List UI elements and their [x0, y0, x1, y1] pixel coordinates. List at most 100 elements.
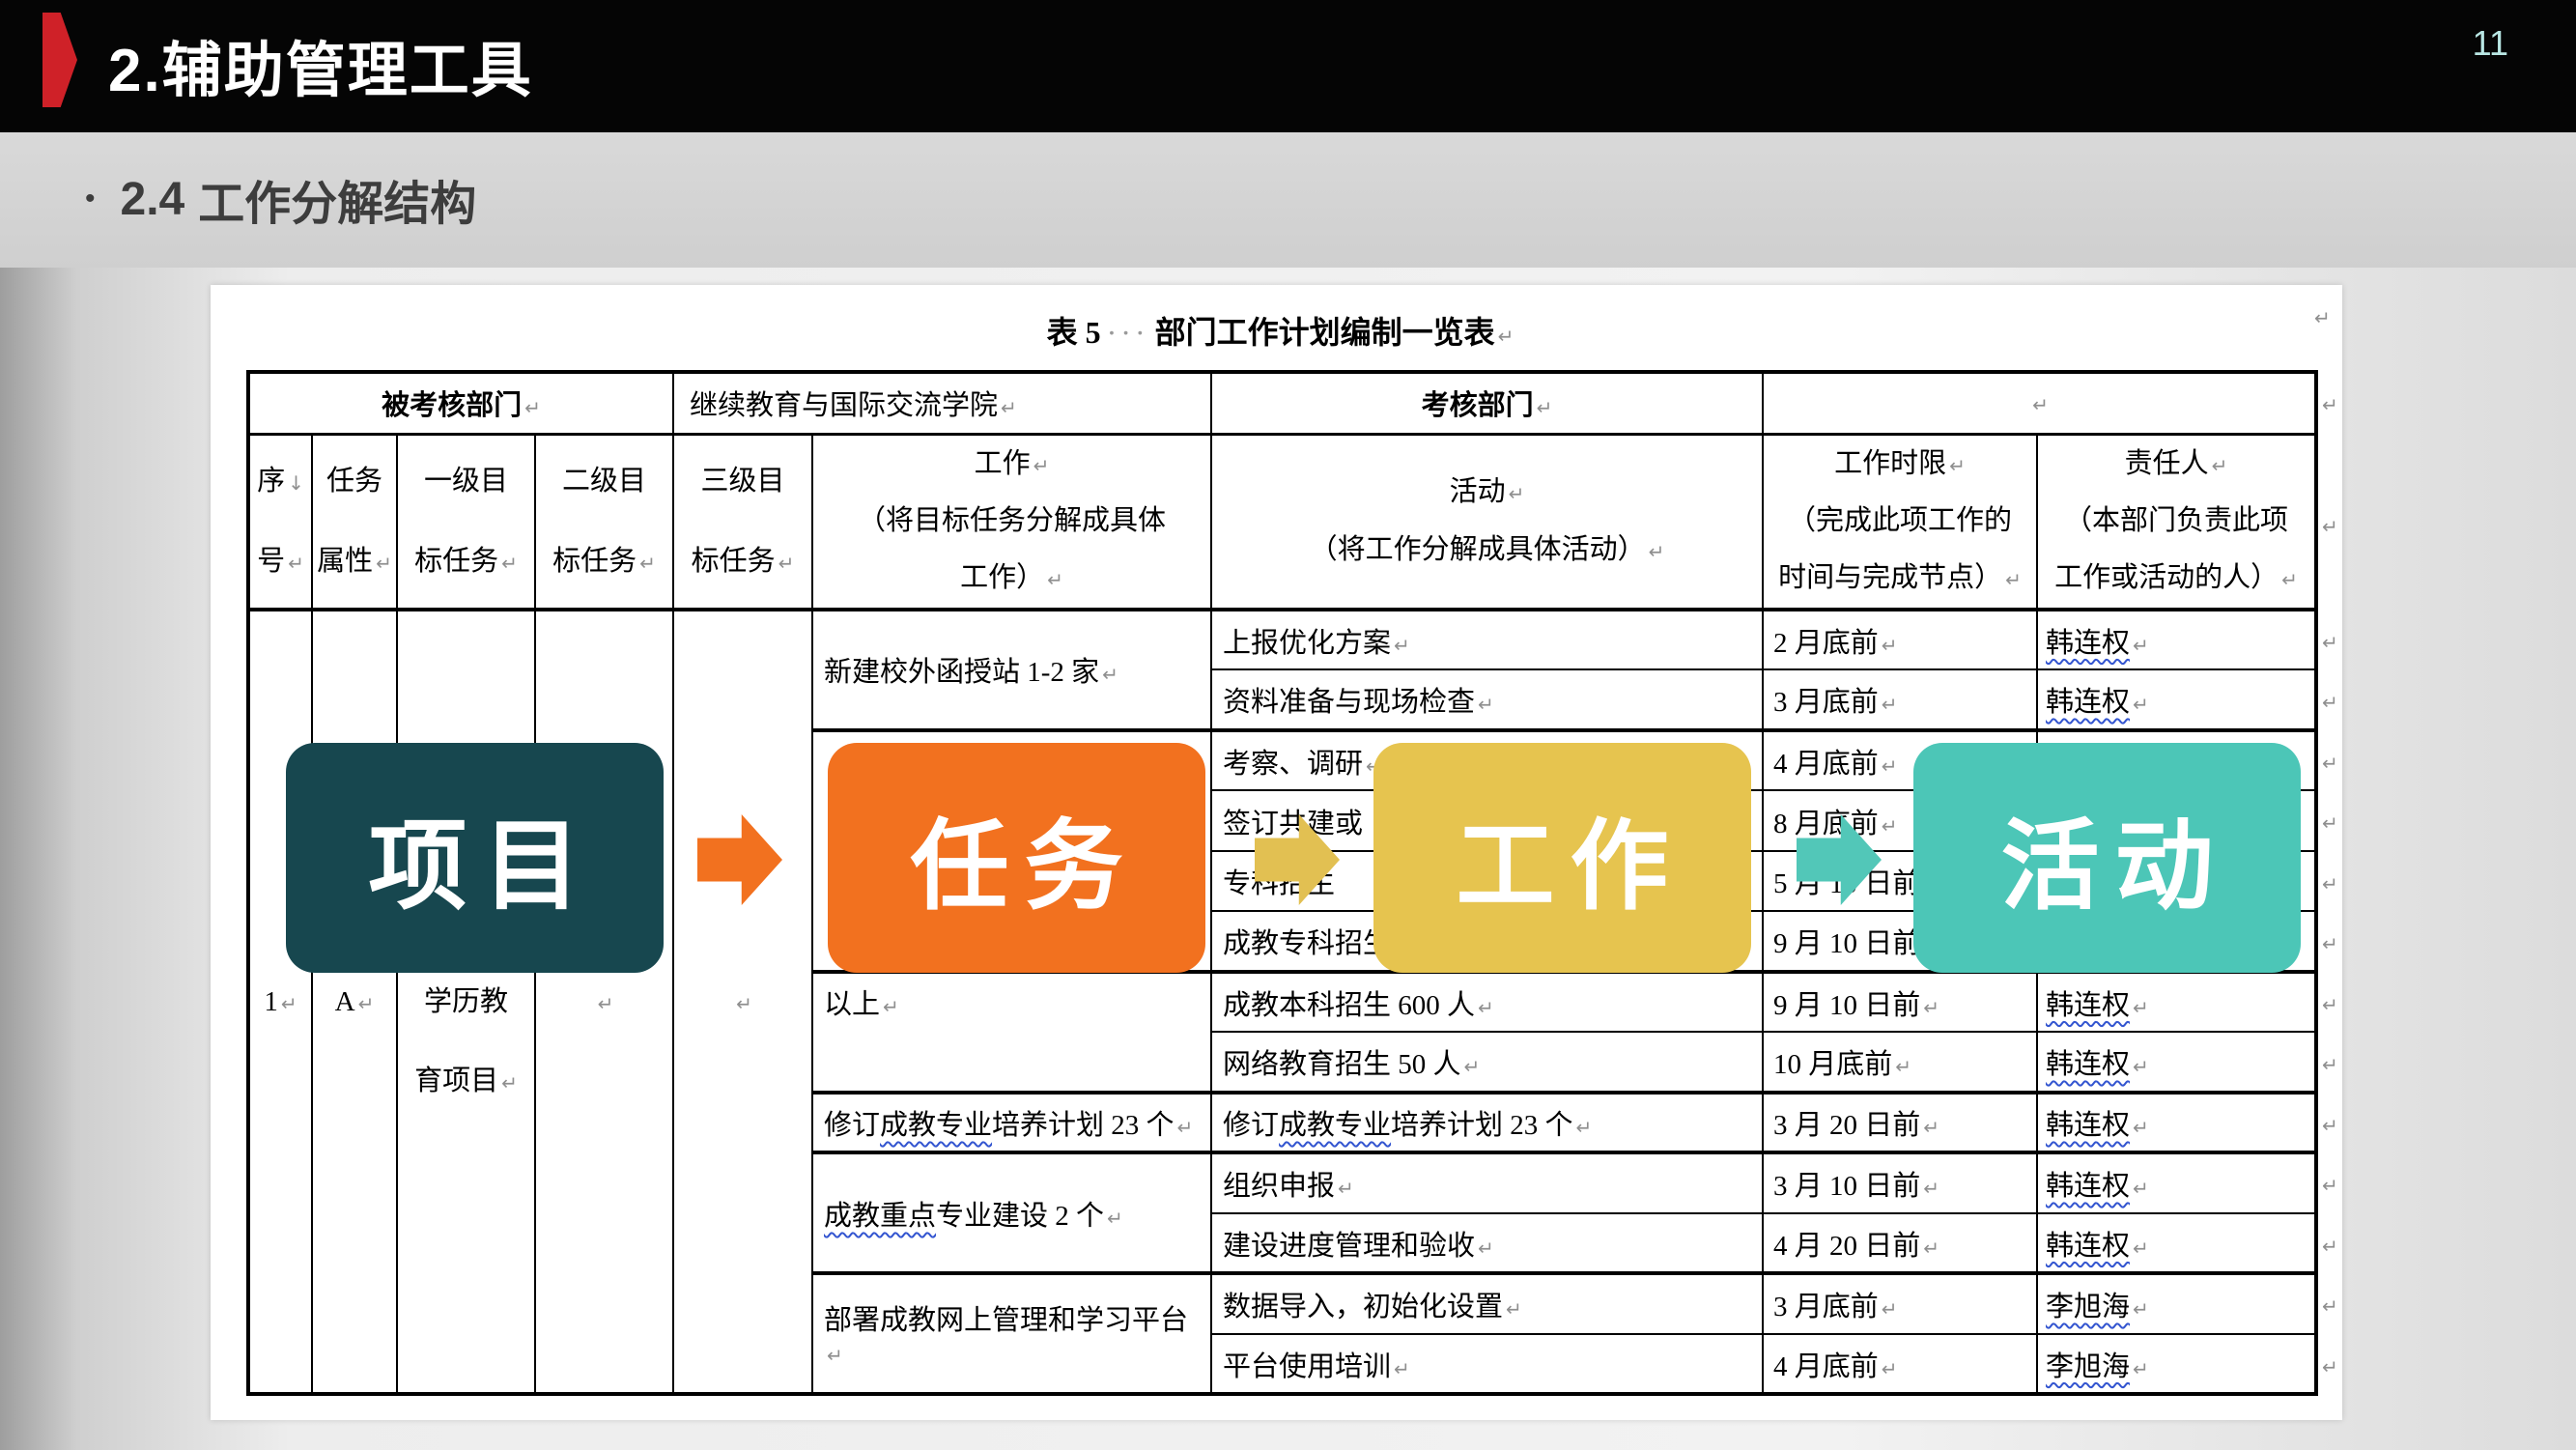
col-header-seq: 序↓号↵ — [248, 434, 312, 610]
paragraph-mark: ↵ — [1478, 693, 1494, 716]
work-cell: 修订成教专业培养计划 23 个↵ — [812, 1093, 1211, 1153]
owner-cell: 韩连权↵ — [2037, 669, 2316, 730]
paragraph-mark: ↵ — [778, 552, 795, 575]
activity-cell: 修订成教专业培养计划 23 个↵ — [1211, 1093, 1763, 1153]
activity-text: 平台使用培训 — [1223, 1351, 1391, 1382]
owner-name: 李旭海 — [2046, 1351, 2130, 1382]
work-text: 修订 — [824, 1110, 880, 1141]
attr-cell: A↵ — [312, 610, 397, 1395]
activity-cell: 资料准备与现场检查↵ — [1211, 669, 1763, 730]
activity-text-wavy: 成教专业 — [1279, 1110, 1391, 1141]
activity-text: 成教本科招生 600 人 — [1223, 990, 1475, 1021]
paragraph-mark: ↵ — [2133, 693, 2149, 716]
page-number: 11 — [2473, 23, 2508, 64]
paragraph-mark: ↵ — [1882, 814, 1898, 838]
work-cell: 新建校外函授站 1-2 家↵ — [812, 610, 1211, 730]
line-break-mark: ↓ — [288, 471, 304, 495]
attr-value: A — [335, 986, 355, 1017]
activity-cell: 平台使用培训↵ — [1211, 1334, 1763, 1395]
level1-task-cell: 全日制学历教育项目↵ — [397, 610, 535, 1395]
activity-cell: 成教本科招生 600 人↵ — [1211, 972, 1763, 1033]
owner-cell: 李旭海↵ — [2037, 1273, 2316, 1334]
activity-text: 考察、调研 — [1223, 749, 1363, 780]
deadline-text: 4 月底前 — [1773, 749, 1879, 780]
hdr-line: 工作） — [960, 562, 1044, 593]
deadline-text: 3 月 20 日前 — [1773, 1110, 1920, 1141]
table-row: 1↵ A↵ 全日制学历教育项目↵ ↵ ↵ 新建校外函授站 1-2 家↵ 上报优化… — [248, 610, 2316, 670]
paragraph-mark: ↵ — [2322, 752, 2338, 775]
paragraph-mark: ↵ — [281, 992, 297, 1015]
hdr-line: （本部门负责此项 — [2064, 505, 2288, 536]
paragraph-mark: ↵ — [1882, 693, 1898, 716]
hdr-line: 标任务 — [552, 546, 637, 577]
paragraph-mark: ↵ — [639, 552, 656, 575]
paragraph-mark: ↵ — [2322, 872, 2338, 896]
paragraph-mark: ↵ — [1478, 1237, 1494, 1260]
paragraph-mark: ↵ — [2212, 454, 2228, 477]
owner-cell: 韩连权↵ — [2037, 610, 2316, 670]
paragraph-mark: ↵ — [501, 552, 518, 575]
paragraph-mark: ↵ — [1177, 1116, 1194, 1139]
col-header-level1: 一级目标任务↵ — [397, 434, 535, 610]
paragraph-mark: ↵ — [2133, 634, 2149, 657]
deadline-cell: 3 月 10 日前↵ — [1763, 1152, 2037, 1213]
paragraph-mark: ↵ — [736, 992, 752, 1015]
assessed-dept-value: 继续教育与国际交流学院 — [690, 390, 998, 421]
work-cell: 以上↵ — [812, 972, 1211, 1093]
level3-task-cell: ↵ — [673, 610, 812, 1395]
paragraph-mark: ↵ — [1923, 996, 1939, 1019]
table-title: 表 5···部门工作计划编制一览表↵ — [246, 308, 2314, 353]
seq-value: 1 — [264, 986, 278, 1017]
deadline-text: 4 月底前 — [1773, 1351, 1879, 1382]
owner-cell: 韩连权↵ — [2037, 1032, 2316, 1093]
table-title-prefix: 表 5 — [1047, 315, 1101, 350]
col-header-level3: 三级目标任务↵ — [673, 434, 812, 610]
paragraph-mark: ↵ — [2322, 393, 2338, 416]
hdr-line: 责任人 — [2125, 448, 2209, 479]
deadline-text: 4 月 20 日前 — [1773, 1231, 1920, 1262]
work-text: 专业建设 2 个 — [936, 1201, 1104, 1232]
wbs-box-activity: 活动 — [1913, 743, 2301, 973]
paragraph-mark: ↵ — [1895, 1055, 1911, 1078]
hdr-line: 任务 — [326, 466, 382, 497]
work-cell: 部署成教网上管理和学习平台↵ — [812, 1273, 1211, 1394]
deadline-text: 3 月 10 日前 — [1773, 1171, 1920, 1202]
col-header-level2: 二级目标任务↵ — [535, 434, 673, 610]
activity-cell: 上报优化方案↵ — [1211, 610, 1763, 670]
deadline-cell: 3 月底前↵ — [1763, 669, 2037, 730]
paragraph-mark: ↵ — [1107, 1207, 1123, 1230]
title-bar: 2.辅助管理工具 11 — [0, 0, 2576, 132]
deadline-cell: 3 月底前↵ — [1763, 1273, 2037, 1334]
paragraph-mark: ↵ — [2322, 691, 2338, 714]
paragraph-mark: ↵ — [1949, 454, 1966, 477]
wbs-box-task-label: 任务 — [911, 787, 1139, 929]
paragraph-mark: ↵ — [2032, 393, 2049, 416]
bullet-icon: • — [85, 183, 96, 215]
owner-name: 韩连权 — [2046, 1110, 2130, 1141]
paragraph-mark: ↵ — [2133, 1177, 2149, 1200]
paragraph-mark: ↵ — [1537, 396, 1553, 419]
col-header-work: 工作↵（将目标任务分解成具体工作）↵ — [812, 434, 1211, 610]
paragraph-mark: ↵ — [1923, 1237, 1939, 1260]
paragraph-mark: ↵ — [2133, 1297, 2149, 1321]
paragraph-mark: ↵ — [1649, 540, 1665, 563]
hdr-line: （将工作分解成具体活动） — [1310, 534, 1646, 565]
slide: 2.辅助管理工具 11 • 2.4 工作分解结构 表 5···部门工作计划编制一… — [0, 0, 2576, 1450]
activity-text: 上报优化方案 — [1223, 628, 1391, 659]
activity-cell: 网络教育招生 50 人↵ — [1211, 1032, 1763, 1093]
paragraph-mark: ↵ — [1394, 1357, 1410, 1380]
wbs-box-project: 项目 — [286, 743, 664, 973]
owner-name: 李旭海 — [2046, 1292, 2130, 1322]
activity-cell: 数据导入，初始化设置↵ — [1211, 1273, 1763, 1334]
deadline-text: 9 月 10 日前 — [1773, 990, 1920, 1021]
owner-cell: 韩连权↵ — [2037, 1213, 2316, 1274]
paragraph-mark: ↵ — [1882, 1297, 1898, 1321]
activity-text: 成教专科招生 — [1223, 928, 1391, 959]
hdr-line: 标任务 — [414, 546, 498, 577]
paragraph-mark: ↵ — [1882, 634, 1898, 657]
paragraph-mark: ↵ — [1882, 1357, 1898, 1380]
col-header-attr: 任务属性↵ — [312, 434, 397, 610]
subtitle-number: 2.4 — [121, 173, 185, 226]
table-header-row-2: 序↓号↵ 任务属性↵ 一级目标任务↵ 二级目标任务↵ 三级目标任务↵ 工作↵（将… — [248, 434, 2316, 610]
paragraph-mark: ↵ — [2322, 1053, 2338, 1076]
